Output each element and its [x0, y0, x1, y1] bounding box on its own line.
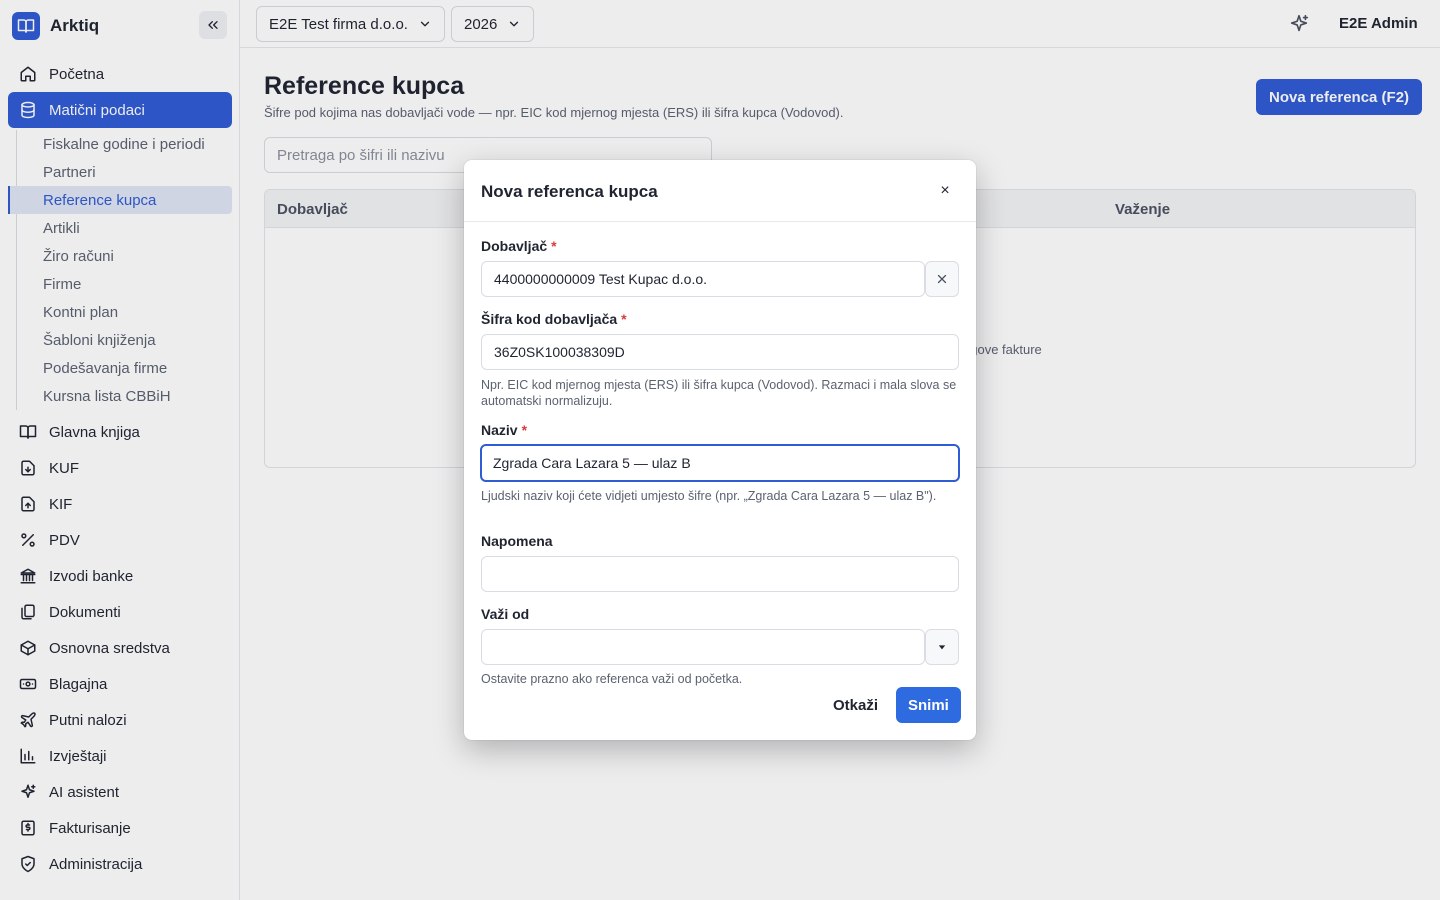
cancel-button[interactable]: Otkaži — [822, 687, 889, 723]
code-hint: Npr. EIC kod mjernog mjesta (ERS) ili ši… — [481, 378, 957, 408]
name-label-text: Naziv — [481, 422, 518, 438]
dialog-title: Nova referenca kupca — [481, 182, 658, 201]
name-hint: Ljudski naziv koji ćete vidjeti umjesto … — [481, 489, 937, 503]
date-picker-button[interactable] — [925, 629, 959, 665]
name-field[interactable]: Zgrada Cara Lazara 5 — ulaz B — [480, 444, 960, 482]
note-label: Napomena — [481, 533, 553, 549]
note-field[interactable] — [481, 556, 959, 592]
name-label: Naziv * — [481, 422, 527, 438]
supplier-code-field[interactable]: 36Z0SK100038309D — [481, 334, 959, 370]
required-mark: * — [521, 422, 528, 438]
valid-from-label: Važi od — [481, 606, 530, 622]
supplier-field[interactable]: 4400000000009 Test Kupac d.o.o. — [481, 261, 925, 297]
supplier-label-text: Dobavljač — [481, 238, 548, 254]
new-reference-dialog: Nova referenca kupca × Dobavljač * 440000… — [464, 160, 976, 740]
close-icon — [937, 274, 947, 284]
caret-down-icon — [938, 645, 946, 650]
close-icon[interactable]: × — [936, 182, 954, 200]
code-label: Šifra kod dobavljača * — [481, 311, 627, 327]
dialog-header: Nova referenca kupca × — [464, 160, 976, 222]
valid-from-field[interactable] — [481, 629, 925, 665]
required-mark: * — [621, 311, 627, 327]
required-mark: * — [551, 238, 557, 254]
clear-supplier-button[interactable] — [925, 261, 959, 297]
code-label-text: Šifra kod dobavljača — [481, 311, 618, 327]
save-button[interactable]: Snimi — [896, 687, 961, 723]
supplier-label: Dobavljač * — [481, 238, 557, 254]
valid-from-hint: Ostavite prazno ako referenca važi od po… — [481, 672, 743, 686]
